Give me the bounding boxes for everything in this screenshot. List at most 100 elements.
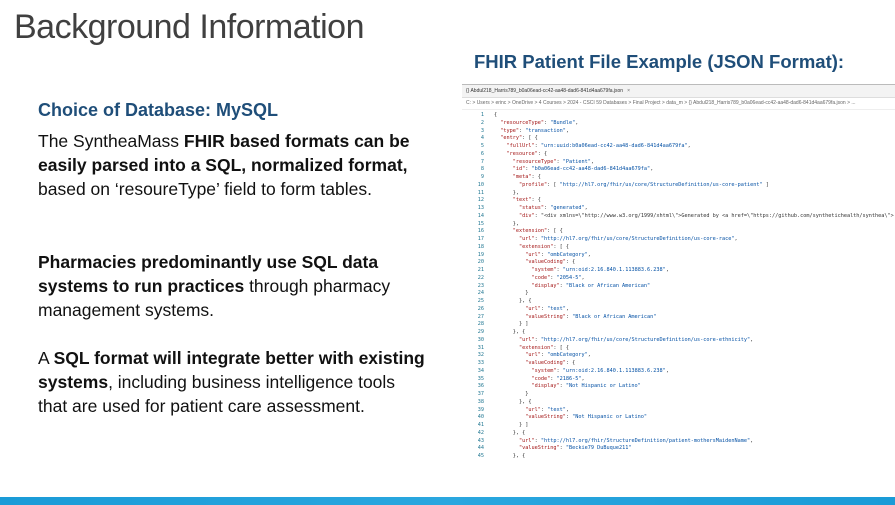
code-text: },: [494, 220, 519, 227]
code-text: "display": "Not Hispanic or Latino": [531, 383, 641, 390]
line-number: 13: [477, 205, 484, 211]
line-number: 15: [477, 220, 484, 227]
code-text: }, {: [494, 329, 526, 335]
line-number: 33: [477, 360, 484, 366]
code-line: 12 "text": {: [462, 197, 895, 205]
code-line: 13 "status": "generated",: [462, 205, 895, 213]
line-number: 29: [477, 329, 484, 335]
line-number: 16: [477, 228, 484, 235]
code-text: }, {: [494, 453, 526, 459]
code-text: "valueCoding": {: [525, 259, 576, 266]
code-text: "status": "generated",: [519, 205, 588, 211]
line-number: 37: [477, 391, 484, 397]
code-line: 10 "profile": [ "http://hl7.org/fhir/us/…: [462, 182, 895, 190]
line-number: 45: [477, 453, 484, 459]
code-line: 6 "resource": {: [462, 151, 895, 159]
code-line: 19 "url": "ombCategory",: [462, 252, 895, 260]
code-line: 45 }, {: [462, 453, 895, 461]
code-line: 38 }, {: [462, 399, 895, 407]
line-number: 1: [480, 112, 484, 118]
code-line: 17 "url": "http://hl7.org/fhir/us/core/S…: [462, 236, 895, 244]
line-number: 9: [480, 174, 484, 180]
json-code-lines: 1{2 "resourceType": "Bundle", 3 "type": "…: [462, 110, 895, 461]
line-number: 38: [477, 398, 484, 405]
code-text: "div": "<div xmlns=\"http://www.w3.org/1…: [519, 212, 894, 219]
editor-tab-label: {} Abdul218_Harris789_b0a06ead-cc42-aa48…: [466, 88, 624, 94]
line-number: 26: [477, 305, 484, 312]
p3-text-a: A: [38, 348, 54, 368]
line-number: 17: [477, 236, 484, 242]
code-text: "profile": [ "http://hl7.org/fhir/us/cor…: [519, 181, 769, 188]
code-text: "fullUrl": "urn:uuid:b0a06ead-cc42-aa48-…: [506, 143, 691, 149]
line-number: 31: [477, 344, 484, 351]
code-line: 40 "valueString": "Not Hispanic or Latin…: [462, 414, 895, 422]
code-text: }, {: [494, 298, 532, 304]
code-line: 22 "code": "2054-5",: [462, 275, 895, 283]
line-number: 28: [477, 321, 484, 328]
line-number: 8: [480, 166, 484, 173]
line-number: 12: [477, 197, 484, 204]
code-line: 35 "code": "2186-5",: [462, 376, 895, 384]
code-line: 21 "system": "urn:oid:2.16.840.1.113883.…: [462, 267, 895, 275]
line-number: 39: [477, 406, 484, 413]
line-number: 22: [477, 274, 484, 281]
line-number: 23: [477, 282, 484, 289]
line-number: 36: [477, 383, 484, 390]
code-line: 32 "url": "ombCategory",: [462, 352, 895, 360]
line-number: 43: [477, 437, 484, 444]
line-number: 14: [477, 212, 484, 219]
line-number: 3: [480, 127, 484, 134]
code-line: 27 "valueString": "Black or African Amer…: [462, 314, 895, 322]
code-line: 1{: [462, 112, 895, 120]
slide-title: Background Information: [14, 8, 364, 46]
code-text: "valueCoding": {: [525, 360, 576, 366]
line-number: 41: [477, 422, 484, 428]
code-text: "system": "urn:oid:2.16.840.1.113883.6.2…: [531, 267, 669, 273]
code-text: "url": "ombCategory",: [525, 251, 591, 258]
line-number: 40: [477, 414, 484, 421]
code-text: "type": "transaction",: [500, 127, 569, 134]
code-line: 23 "display": "Black or African American…: [462, 283, 895, 291]
line-number: 42: [477, 429, 484, 436]
json-code-screenshot: {} Abdul218_Harris789_b0a06ead-cc42-aa48…: [462, 84, 895, 477]
line-number: 10: [477, 181, 484, 188]
code-text: "display": "Black or African American": [531, 282, 651, 289]
fhir-example-caption: FHIR Patient File Example (JSON Format):: [474, 51, 845, 72]
line-number: 44: [477, 445, 484, 452]
code-text: "resource": {: [506, 150, 548, 157]
code-text: "extension": [ {: [519, 243, 569, 250]
code-line: 30 "url": "http://hl7.org/fhir/us/core/S…: [462, 337, 895, 345]
code-line: 33 "valueCoding": {: [462, 360, 895, 368]
code-line: 36 "display": "Not Hispanic or Latino": [462, 383, 895, 391]
code-text: "url": "http://hl7.org/fhir/StructureDef…: [519, 437, 754, 444]
code-text: "extension": [ {: [519, 344, 569, 351]
code-text: "system": "urn:oid:2.16.840.1.113883.6.2…: [531, 367, 669, 374]
code-line: 28 } ]: [462, 321, 895, 329]
line-number: 18: [477, 243, 484, 250]
line-number: 34: [477, 367, 484, 374]
line-number: 27: [477, 313, 484, 320]
code-text: "url": "http://hl7.org/fhir/us/core/Stru…: [519, 336, 754, 343]
code-text: "url": "http://hl7.org/fhir/us/core/Stru…: [519, 236, 738, 242]
code-line: 2 "resourceType": "Bundle",: [462, 120, 895, 128]
code-text: "resourceType": "Bundle",: [500, 119, 579, 126]
code-text: "url": "ombCategory",: [525, 352, 591, 359]
code-text: "resourceType": "Patient",: [512, 158, 594, 165]
p1-text-c: based on ‘resoureType’ field to form tab…: [38, 179, 372, 199]
code-text: "meta": {: [512, 174, 541, 180]
code-line: 8 "id": "b0a06ead-cc42-aa48-dad6-841d4aa…: [462, 166, 895, 174]
code-line: 26 "url": "text",: [462, 306, 895, 314]
code-text: "url": "text",: [525, 305, 569, 312]
code-text: "valueString": "Beckie79 DuBuque211": [519, 445, 632, 452]
line-number: 25: [477, 298, 484, 304]
code-line: 5 "fullUrl": "urn:uuid:b0a06ead-cc42-aa4…: [462, 143, 895, 151]
paragraph-pharmacies: Pharmacies predominantly use SQL data sy…: [38, 250, 428, 322]
line-number: 35: [477, 375, 484, 382]
code-text: "valueString": "Not Hispanic or Latino": [525, 414, 648, 421]
code-text: } ]: [494, 422, 529, 428]
code-text: "valueString": "Black or African America…: [525, 313, 657, 320]
line-number: 19: [477, 251, 484, 258]
footer-accent-bar: [0, 497, 895, 505]
code-text: }: [494, 391, 529, 397]
database-choice-heading: Choice of Database: MySQL: [38, 100, 279, 120]
